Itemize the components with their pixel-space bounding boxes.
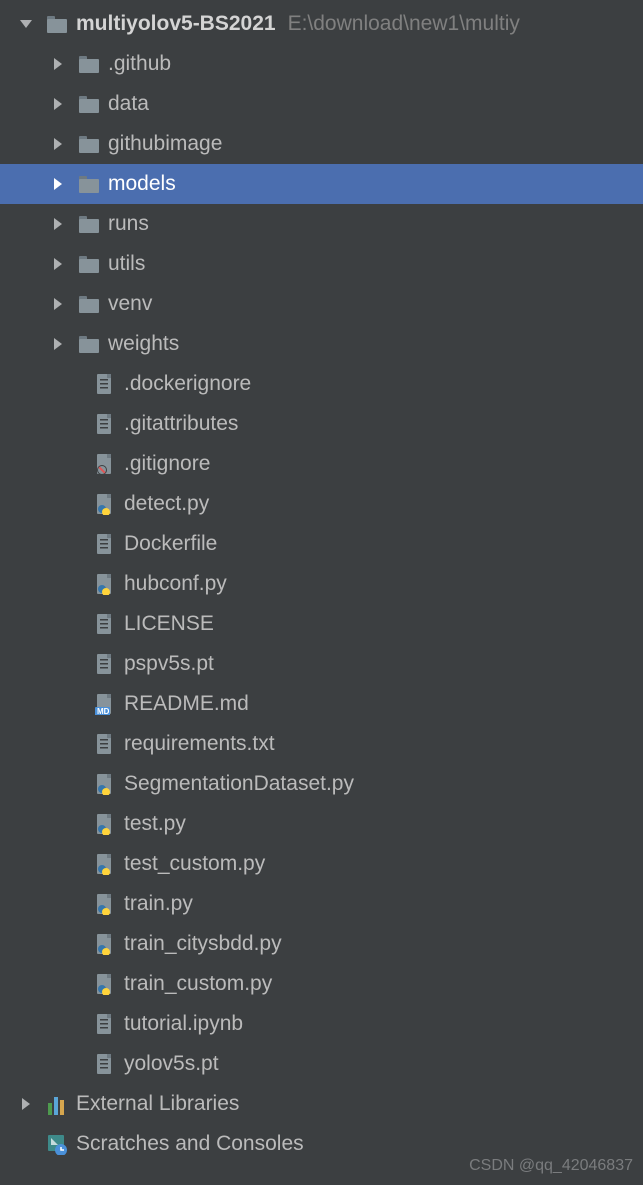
file-icon [94, 413, 116, 435]
tree-row-file[interactable]: .dockerignore [0, 364, 643, 404]
tree-row-file[interactable]: LICENSE [0, 604, 643, 644]
libraries-icon [46, 1093, 68, 1115]
file-icon [94, 1013, 116, 1035]
folder-icon [78, 173, 100, 195]
chevron-right-icon[interactable] [48, 334, 68, 354]
chevron-right-icon[interactable] [48, 134, 68, 154]
file-label: .gitignore [124, 452, 210, 476]
project-tree: multiyolov5-BS2021 E:\download\new1\mult… [0, 0, 643, 1164]
chevron-right-icon[interactable] [48, 54, 68, 74]
file-label: .gitattributes [124, 412, 238, 436]
file-icon [94, 733, 116, 755]
python-file-icon [94, 853, 116, 875]
file-label: train.py [124, 892, 193, 916]
chevron-right-icon[interactable] [48, 294, 68, 314]
tree-row-file[interactable]: train_custom.py [0, 964, 643, 1004]
python-file-icon [94, 893, 116, 915]
file-label: train_citysbdd.py [124, 932, 282, 956]
tree-row-folder[interactable]: utils [0, 244, 643, 284]
folder-icon [78, 133, 100, 155]
root-name: multiyolov5-BS2021 [76, 12, 276, 36]
tree-row-file[interactable]: test_custom.py [0, 844, 643, 884]
file-label: detect.py [124, 492, 209, 516]
scratches-icon [46, 1133, 68, 1155]
file-label: test.py [124, 812, 186, 836]
python-file-icon [94, 773, 116, 795]
chevron-down-icon[interactable] [16, 14, 36, 34]
file-label: requirements.txt [124, 732, 275, 756]
watermark: CSDN @qq_42046837 [469, 1157, 633, 1175]
tree-row-file[interactable]: Dockerfile [0, 524, 643, 564]
chevron-right-icon[interactable] [48, 94, 68, 114]
file-icon [94, 1053, 116, 1075]
external-libraries-label: External Libraries [76, 1092, 239, 1116]
file-label: test_custom.py [124, 852, 265, 876]
folder-icon [46, 13, 68, 35]
tree-row-folder[interactable]: githubimage [0, 124, 643, 164]
file-label: README.md [124, 692, 249, 716]
file-label: Dockerfile [124, 532, 217, 556]
file-label: LICENSE [124, 612, 214, 636]
file-label: tutorial.ipynb [124, 1012, 243, 1036]
folder-label: models [108, 172, 176, 196]
file-icon [94, 653, 116, 675]
file-icon [94, 533, 116, 555]
folder-icon [78, 53, 100, 75]
tree-row-folder[interactable]: .github [0, 44, 643, 84]
chevron-right-icon[interactable] [16, 1094, 36, 1114]
folder-icon [78, 93, 100, 115]
tree-row-root[interactable]: multiyolov5-BS2021 E:\download\new1\mult… [0, 4, 643, 44]
folder-label: weights [108, 332, 179, 356]
folder-label: runs [108, 212, 149, 236]
tree-row-file[interactable]: hubconf.py [0, 564, 643, 604]
python-file-icon [94, 813, 116, 835]
tree-row-file[interactable]: .gitignore [0, 444, 643, 484]
tree-row-folder[interactable]: venv [0, 284, 643, 324]
tree-row-file[interactable]: requirements.txt [0, 724, 643, 764]
tree-row-file[interactable]: train.py [0, 884, 643, 924]
folder-icon [78, 213, 100, 235]
file-label: .dockerignore [124, 372, 251, 396]
tree-row-folder[interactable]: models [0, 164, 643, 204]
gitignore-file-icon [94, 453, 116, 475]
markdown-file-icon [94, 693, 116, 715]
file-label: train_custom.py [124, 972, 272, 996]
tree-row-file[interactable]: .gitattributes [0, 404, 643, 444]
tree-row-file[interactable]: tutorial.ipynb [0, 1004, 643, 1044]
python-file-icon [94, 573, 116, 595]
scratches-label: Scratches and Consoles [76, 1132, 304, 1156]
folder-icon [78, 253, 100, 275]
root-path: E:\download\new1\multiy [288, 12, 520, 36]
tree-row-file[interactable]: test.py [0, 804, 643, 844]
tree-row-file[interactable]: pspv5s.pt [0, 644, 643, 684]
folder-label: utils [108, 252, 145, 276]
file-label: yolov5s.pt [124, 1052, 219, 1076]
folder-icon [78, 333, 100, 355]
tree-row-folder[interactable]: runs [0, 204, 643, 244]
file-icon [94, 373, 116, 395]
tree-row-folder[interactable]: weights [0, 324, 643, 364]
chevron-right-icon[interactable] [48, 214, 68, 234]
tree-row-folder[interactable]: data [0, 84, 643, 124]
file-label: pspv5s.pt [124, 652, 214, 676]
folder-label: .github [108, 52, 171, 76]
file-label: SegmentationDataset.py [124, 772, 354, 796]
folder-icon [78, 293, 100, 315]
tree-row-file[interactable]: train_citysbdd.py [0, 924, 643, 964]
folder-label: data [108, 92, 149, 116]
tree-row-file[interactable]: SegmentationDataset.py [0, 764, 643, 804]
folder-label: githubimage [108, 132, 222, 156]
python-file-icon [94, 973, 116, 995]
python-file-icon [94, 493, 116, 515]
tree-row-external-libraries[interactable]: External Libraries [0, 1084, 643, 1124]
chevron-right-icon[interactable] [48, 254, 68, 274]
tree-row-file[interactable]: detect.py [0, 484, 643, 524]
tree-row-file[interactable]: README.md [0, 684, 643, 724]
python-file-icon [94, 933, 116, 955]
chevron-right-icon[interactable] [48, 174, 68, 194]
file-icon [94, 613, 116, 635]
tree-row-file[interactable]: yolov5s.pt [0, 1044, 643, 1084]
file-label: hubconf.py [124, 572, 227, 596]
folder-label: venv [108, 292, 152, 316]
